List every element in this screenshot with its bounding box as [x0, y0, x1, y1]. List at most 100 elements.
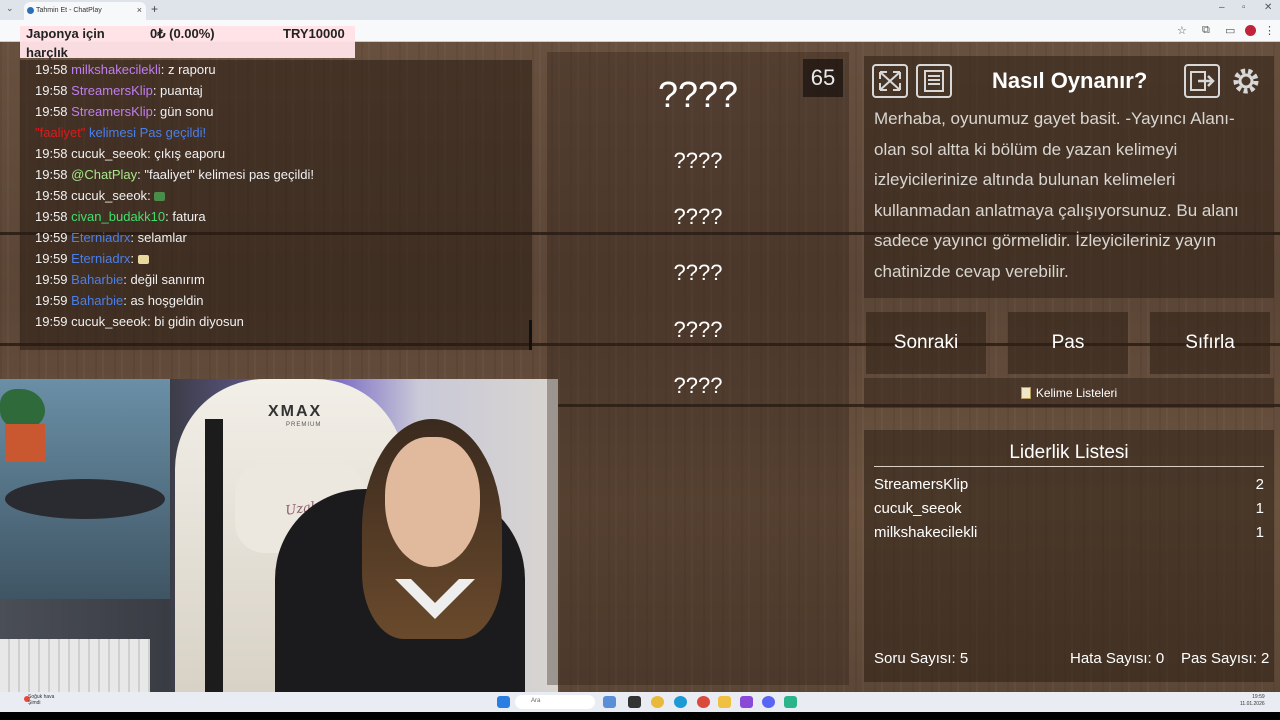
- forbidden-word: ????: [673, 373, 723, 398]
- emote-icon: [137, 255, 149, 264]
- chat-time: 19:58: [35, 104, 68, 119]
- chat-message: 19:58 StreamersKlip: puantaj: [35, 83, 203, 98]
- leaderboard-panel: Liderlik Listesi StreamersKlip 2 cucuk_se…: [864, 430, 1274, 682]
- plant-pot: [5, 424, 45, 462]
- store-icon[interactable]: [740, 696, 753, 708]
- chat-text: :: [147, 188, 155, 203]
- taskbar-clock[interactable]: 19:59 11.01.2026: [1240, 694, 1265, 708]
- tab-close-icon[interactable]: ×: [137, 5, 142, 15]
- how-to-play-panel: Nasıl Oynanır? Merhaba, oyunumuz gayet b…: [864, 56, 1274, 298]
- chair-stripe: [205, 419, 223, 692]
- extensions-icon[interactable]: ⧉: [1202, 24, 1210, 37]
- chat-message: 19:58 milkshakecilekli: z raporu: [35, 62, 216, 77]
- reset-button[interactable]: Sıfırla: [1150, 312, 1270, 374]
- chat-time: 19:59: [35, 314, 68, 329]
- chat-message: 19:58 cucuk_seeok: çıkış eaporu: [35, 146, 225, 161]
- chat-system-message: "faaliyet" kelimesi Pas geçildi!: [35, 125, 206, 140]
- forbidden-word: ????: [673, 204, 723, 229]
- chat-user[interactable]: cucuk_seeok: [71, 188, 147, 203]
- chat-user[interactable]: Baharbie: [71, 272, 123, 287]
- browser-icon[interactable]: [697, 696, 710, 708]
- logout-icon[interactable]: [1184, 64, 1220, 98]
- chat-text: : "faaliyet" kelimesi pas geçildi!: [137, 167, 314, 182]
- pass-button[interactable]: Pas: [1008, 312, 1128, 374]
- player-score: 2: [1255, 476, 1264, 493]
- chat-message: 19:58 @ChatPlay: "faaliyet" kelimesi pas…: [35, 167, 314, 182]
- chat-user[interactable]: @ChatPlay: [71, 167, 137, 182]
- chat-text: : selamlar: [130, 230, 187, 245]
- chat-message: 19:59 Eterniadrx:: [35, 251, 149, 266]
- chair-brand-sub: PREMIUM: [286, 422, 322, 428]
- chat-panel: 19:58 milkshakecilekli: z raporu 19:58 S…: [20, 60, 532, 350]
- star-icon[interactable]: ☆: [1177, 24, 1187, 37]
- fullscreen-icon[interactable]: [872, 64, 908, 98]
- edge-icon[interactable]: [674, 696, 687, 708]
- chat-scrollbar[interactable]: [529, 320, 532, 350]
- chat-user[interactable]: Eterniadrx: [71, 251, 130, 266]
- chat-time: 19:58: [35, 62, 68, 77]
- chat-time: 19:59: [35, 272, 68, 287]
- clipboard-icon: [1020, 387, 1031, 399]
- chat-text: :: [130, 251, 138, 266]
- browser-tab[interactable]: Tahmin Et - ChatPlay ×: [24, 2, 146, 20]
- chat-text: : z raporu: [160, 62, 216, 77]
- chat-user[interactable]: StreamersKlip: [71, 104, 153, 119]
- webcam-feed: XMAX PREMIUM Uzaktan Asyalı: [0, 379, 558, 692]
- chrome-icon[interactable]: [651, 696, 664, 708]
- profile-avatar[interactable]: [1245, 25, 1256, 36]
- chat-text: : değil sanırım: [123, 272, 205, 287]
- task-view-icon[interactable]: [628, 696, 641, 708]
- error-count: Hata Sayısı: 0: [1070, 650, 1165, 667]
- sidebar-icon[interactable]: ▭: [1225, 24, 1235, 37]
- taskbar-search[interactable]: Ara: [515, 695, 595, 709]
- chat-time: 19:59: [35, 251, 68, 266]
- maximize-icon[interactable]: ▫: [1242, 2, 1246, 13]
- chat-text: : gün sonu: [152, 104, 214, 119]
- word-lists-button[interactable]: Kelime Listeleri: [864, 378, 1274, 408]
- chat-message: 19:59 Eterniadrx: selamlar: [35, 230, 187, 245]
- chat-user[interactable]: cucuk_seeok: [71, 146, 147, 161]
- clock-date: 11.01.2026: [1240, 701, 1265, 707]
- chat-user[interactable]: civan_budakk10: [71, 209, 165, 224]
- settings-gear-icon[interactable]: [1228, 64, 1264, 98]
- chat-user[interactable]: StreamersKlip: [71, 83, 153, 98]
- close-window-icon[interactable]: ✕: [1264, 2, 1272, 13]
- chat-message: 19:58 civan_budakk10: fatura: [35, 209, 206, 224]
- minimize-icon[interactable]: –: [1219, 2, 1225, 13]
- side-table: [5, 479, 165, 519]
- browser-tab-bar: ⌄ Tahmin Et - ChatPlay × + – ▫ ✕: [0, 0, 1280, 20]
- countdown-timer: 65: [803, 59, 843, 97]
- new-tab-button[interactable]: +: [151, 2, 158, 16]
- copilot-icon[interactable]: [603, 696, 616, 708]
- chat-user[interactable]: Baharbie: [71, 293, 123, 308]
- goal-target: TRY10000: [283, 26, 345, 41]
- favicon-icon: [27, 7, 34, 14]
- chat-message: 19:58 StreamersKlip: gün sonu: [35, 104, 214, 119]
- chat-user[interactable]: Eterniadrx: [71, 230, 130, 245]
- windows-taskbar: Soğuk hava Şimdi Ara 19:59 11.01.2026: [0, 692, 1280, 712]
- chat-user[interactable]: cucuk_seeok: [71, 314, 147, 329]
- help-text: Merhaba, oyunumuz gayet basit. -Yayıncı …: [874, 109, 1239, 281]
- app-icon[interactable]: [784, 696, 797, 708]
- notes-icon[interactable]: [916, 64, 952, 98]
- chat-time: 19:58: [35, 146, 68, 161]
- next-button[interactable]: Sonraki: [866, 312, 986, 374]
- discord-icon[interactable]: [762, 696, 775, 708]
- weather-widget[interactable]: Soğuk hava Şimdi: [28, 694, 54, 706]
- forbidden-word: ????: [673, 260, 723, 285]
- menu-icon[interactable]: ⋮: [1264, 24, 1275, 37]
- clock-time: 19:59: [1252, 694, 1265, 700]
- forbidden-word: ????: [673, 148, 723, 173]
- player-score: 1: [1255, 500, 1264, 517]
- tab-list-icon[interactable]: ⌄: [6, 3, 14, 14]
- chat-text: : çıkış eaporu: [147, 146, 226, 161]
- folder-icon[interactable]: [718, 696, 731, 708]
- weather-sub: Şimdi: [28, 700, 41, 706]
- word-lists-label: Kelime Listeleri: [1035, 386, 1118, 400]
- chat-time: 19:58: [35, 188, 68, 203]
- streamer-face: [385, 437, 480, 567]
- chat-user[interactable]: milkshakecilekli: [71, 62, 161, 77]
- start-icon[interactable]: [497, 696, 510, 708]
- pass-count: Pas Sayısı: 2: [1181, 650, 1270, 667]
- chat-time: 19:58: [35, 83, 68, 98]
